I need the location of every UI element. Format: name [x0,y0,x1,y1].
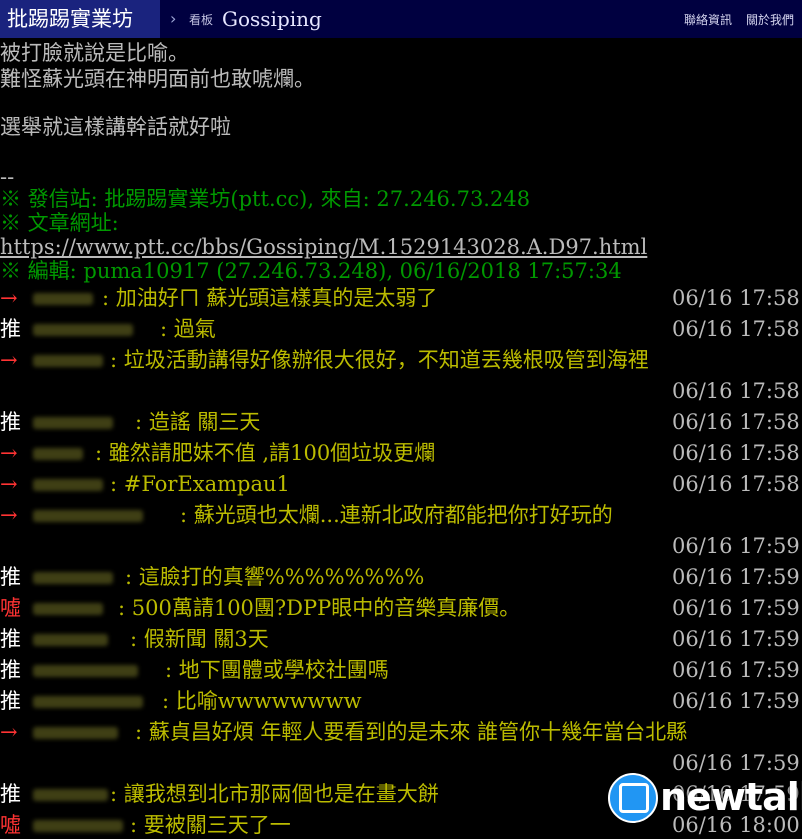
push-tag: → [0,472,18,496]
push-content: : 蘇光頭也太爛...連新北政府都能把你打好玩的 [180,503,613,527]
push-time-row: 06/16 17:59 [0,532,802,560]
push-tag: → [0,441,18,465]
breadcrumb-chevron-icon: › [170,9,177,28]
push-row: 推 : 這臉打的真響%%%%%%%% 06/16 17:59 [0,563,802,591]
push-tag: 推 [0,565,21,589]
push-userid-blurred [33,634,108,646]
contact-link[interactable]: 聯絡資訊 [684,11,732,28]
push-content: : 雖然請肥妹不值 ,請100個垃圾更爛 [95,441,436,465]
push-time: 06/16 17:58 [672,441,800,465]
push-userid-blurred [33,665,138,677]
article-url-link[interactable]: https://www.ptt.cc/bbs/Gossiping/M.15291… [0,234,647,260]
push-row: → : 雖然請肥妹不值 ,請100個垃圾更爛 06/16 17:58 [0,439,802,467]
push-userid-blurred [33,448,83,460]
origin-line: ※ 發信站: 批踢踢實業坊(ptt.cc), 來自: 27.246.73.248 [0,187,531,211]
about-link[interactable]: 關於我們 [746,11,794,28]
push-tag: 推 [0,627,21,651]
push-content: : 讓我想到北市那兩個也是在畫大餅 [110,782,439,806]
push-row: 推 : 假新聞 關3天 06/16 17:59 [0,625,802,653]
push-userid-blurred [33,572,113,584]
push-time: 06/16 17:59 [672,596,800,620]
push-userid-blurred [33,603,103,615]
push-userid-blurred [33,789,108,801]
push-userid-blurred [33,324,133,336]
push-content: : 這臉打的真響%%%%%%%% [125,565,425,589]
push-row: 推 : 造謠 關三天 06/16 17:58 [0,408,802,436]
push-time: 06/16 17:58 [672,379,800,403]
push-userid-blurred [33,727,118,739]
push-row: 推 : 比喻wwwwwwww 06/16 17:59 [0,687,802,715]
push-row: → : 蘇光頭也太爛...連新北政府都能把你打好玩的 [0,501,802,529]
push-content: : 蘇貞昌好煩 年輕人要看到的是未來 誰管你十幾年當台北縣 [135,720,688,744]
push-row: → : 蘇貞昌好煩 年輕人要看到的是未來 誰管你十幾年當台北縣 [0,718,802,746]
push-userid-blurred [33,293,93,305]
push-time: 06/16 17:59 [672,627,800,651]
push-row: 噓 : 500萬請100團?DPP眼中的音樂真廉價。 06/16 17:59 [0,594,802,622]
push-content: : 造謠 關三天 [135,410,261,434]
push-userid-blurred [33,696,143,708]
push-content: : 假新聞 關3天 [130,627,269,651]
push-content: : 垃圾活動講得好像辦很大很好，不知道丟幾根吸管到海裡 [110,348,649,372]
push-tag: → [0,720,18,744]
push-content: : 要被關三天了一 [130,813,291,837]
watermark-text: newtalk [660,775,802,819]
url-label: ※ 文章網址: [0,211,119,235]
push-content: : 地下團體或學校社團嗎 [165,658,389,682]
push-time-row: 06/16 17:58 [0,377,802,405]
article-line: 難怪蘇光頭在神明面前也敢唬爛。 [0,67,315,91]
push-time: 06/16 17:59 [672,689,800,713]
push-time: 06/16 17:59 [672,658,800,682]
push-tag: → [0,286,18,310]
push-userid-blurred [33,355,103,367]
push-time: 06/16 17:58 [672,410,800,434]
push-userid-blurred [33,820,123,832]
push-content: : 500萬請100團?DPP眼中的音樂真廉價。 [118,596,521,620]
push-tag: → [0,348,18,372]
ptt-logo[interactable]: 批踢踢實業坊 [0,0,160,38]
top-bar: 批踢踢實業坊 › 看板 Gossiping 聯絡資訊 關於我們 [0,0,802,38]
push-tag: 推 [0,782,21,806]
push-tag: 噓 [0,596,21,620]
push-row: → : 垃圾活動講得好像辦很大很好，不知道丟幾根吸管到海裡 [0,346,802,374]
push-userid-blurred [33,417,113,429]
push-time: 06/16 17:59 [672,534,800,558]
article-line: 被打臉就說是比喻。 [0,41,189,65]
push-time: 06/16 17:59 [672,565,800,589]
board-name-link[interactable]: Gossiping [222,6,322,32]
push-tag: 推 [0,689,21,713]
board-label: 看板 [189,13,214,27]
push-userid-blurred [33,479,103,491]
newtalk-logo-icon [608,773,658,823]
push-content: : 過氣 [160,317,216,341]
edit-line: ※ 編輯: puma10917 (27.246.73.248), 06/16/2… [0,259,622,283]
push-tag: 推 [0,658,21,682]
newtalk-watermark: newtalk [608,773,802,823]
push-row: 推 : 過氣 06/16 17:58 [0,315,802,343]
push-content: : 比喻wwwwwwww [162,689,362,713]
push-time: 06/16 17:58 [672,472,800,496]
push-tag: 推 [0,410,21,434]
push-time: 06/16 17:58 [672,286,800,310]
push-row: 推 : 地下團體或學校社團嗎 06/16 17:59 [0,656,802,684]
push-row: → : 加油好ㄇ 蘇光頭這樣真的是太弱了 06/16 17:58 [0,284,802,312]
push-content: : #ForExampau1 [110,472,290,496]
push-content: : 加油好ㄇ 蘇光頭這樣真的是太弱了 [102,286,438,310]
push-time: 06/16 17:58 [672,317,800,341]
push-userid-blurred [33,510,143,522]
push-tag: → [0,503,18,527]
push-row: → : #ForExampau1 06/16 17:58 [0,470,802,498]
article-line: 選舉就這樣講幹話就好啦 [0,115,231,139]
push-tag: 推 [0,317,21,341]
push-tag: 噓 [0,813,21,837]
